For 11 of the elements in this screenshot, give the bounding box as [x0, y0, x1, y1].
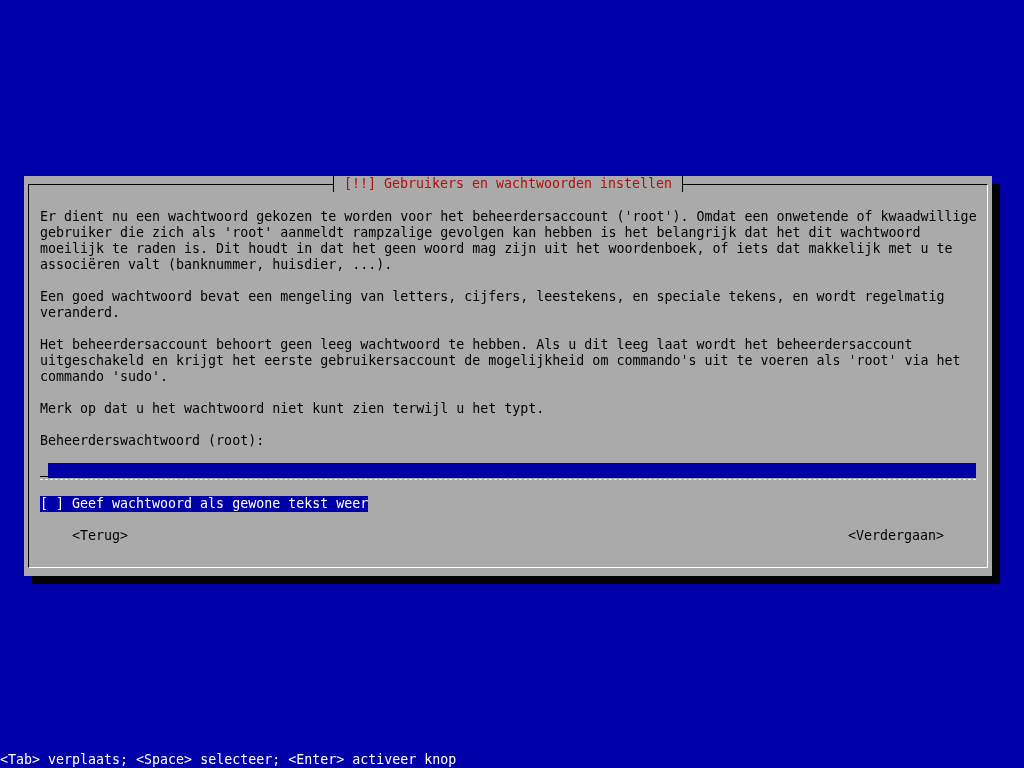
dialog-button[interactable]: <Terug>: [72, 528, 129, 544]
dialog-title: [!!] Gebruikers en wachtwoorden instellen: [332, 176, 684, 192]
paragraph: Het beheerdersaccount behoort geen leeg wachtwoord te hebben. Als u dit leeg laat wordt het beheerdersaccount uitgeschakeld en krijgt het eerste gebruikersaccount de mogelijkheid om commando's uit te voeren als 'root' via het commando 'sudo'.: [40, 337, 962, 385]
paragraph: Er dient nu een wachtwoord gekozen te worden voor het beheerdersaccount ('root'). Omdat een onwetende of kwaadwillige gebruiker die zich als 'root' aanmeldt rampzalige gevolgen kan hebben is het belangrijk dat het dit wachtwoord moeilijk te raden is. Dit houdt in dat het geen woord mag zijn uit het woordenboek, of iets dat makkelijk met u te associëren valt (banknummer, huisdier, ...).: [40, 209, 978, 273]
status-bar-hint: <Tab> verplaats; <Space> selecteer; <Enter> activeer knop: [0, 752, 457, 767]
paragraph: Merk op dat u het wachtwoord niet kunt zien terwijl u het typt.: [40, 401, 546, 417]
paragraph: Een goed wachtwoord bevat een mengeling van letters, cijfers, leestekens, en speciale tekens, en wordt regelmatig veranderd.: [40, 289, 946, 321]
checkbox[interactable]: [ ] Geef wachtwoord als gewone tekst weer: [40, 496, 369, 512]
password-field[interactable]: [40, 463, 976, 480]
field-label: Beheerderswachtwoord (root):: [40, 433, 265, 449]
dialog-button[interactable]: <Verdergaan>: [847, 528, 944, 544]
